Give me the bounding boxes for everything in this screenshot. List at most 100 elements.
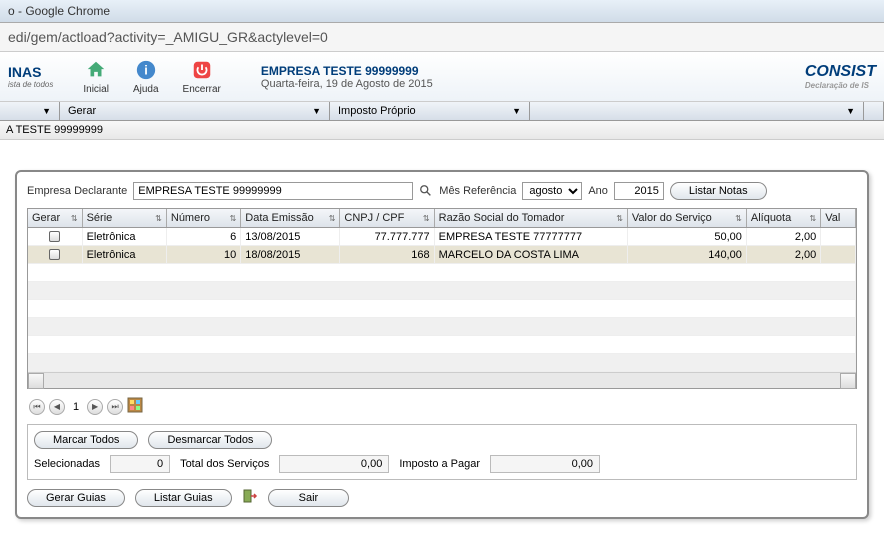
chevron-down-icon: ▼ <box>846 106 855 116</box>
ano-input[interactable] <box>614 182 664 200</box>
cell-razao: EMPRESA TESTE 77777777 <box>435 228 628 245</box>
table-row-empty <box>28 300 856 318</box>
sort-icon: ⇅ <box>616 214 623 223</box>
logo: INAS ista de todos <box>8 64 53 89</box>
cell-numero: 6 <box>167 228 241 245</box>
col-data[interactable]: Data Emissão⇅ <box>241 209 340 227</box>
cell-valor: 140,00 <box>628 246 747 263</box>
table-row[interactable]: Eletrônica 6 13/08/2015 77.777.777 EMPRE… <box>28 228 856 246</box>
declarante-label: Empresa Declarante <box>27 185 127 197</box>
declarante-input[interactable] <box>133 182 413 200</box>
col-aliquota[interactable]: Alíquota⇅ <box>747 209 821 227</box>
menu-blank3[interactable] <box>864 102 884 120</box>
table-row-empty <box>28 264 856 282</box>
imposto-pagar-value: 0,00 <box>490 455 600 473</box>
cell-aliquota: 2,00 <box>747 246 821 263</box>
sort-icon: ⇅ <box>329 214 336 223</box>
col-razao[interactable]: Razão Social do Tomador⇅ <box>435 209 628 227</box>
menu-imposto-label: Imposto Próprio <box>338 105 416 117</box>
table-row-empty <box>28 354 856 372</box>
pager-page: 1 <box>69 401 83 413</box>
table-body: Eletrônica 6 13/08/2015 77.777.777 EMPRE… <box>28 228 856 372</box>
table-row-empty <box>28 336 856 354</box>
notes-table: Gerar⇅ Série⇅ Número⇅ Data Emissão⇅ CNPJ… <box>27 208 857 389</box>
table-row[interactable]: Eletrônica 10 18/08/2015 168 MARCELO DA … <box>28 246 856 264</box>
browser-title: o - Google Chrome <box>0 0 884 23</box>
col-numero[interactable]: Número⇅ <box>167 209 241 227</box>
cell-valor: 50,00 <box>628 228 747 245</box>
company-name: EMPRESA TESTE 99999999 <box>261 64 433 78</box>
col-val[interactable]: Val <box>821 209 856 227</box>
total-servicos-label: Total dos Serviços <box>180 458 269 470</box>
cell-serie: Eletrônica <box>83 228 167 245</box>
sort-icon: ⇅ <box>155 214 162 223</box>
horizontal-scrollbar[interactable] <box>28 372 856 388</box>
current-date: Quarta-feira, 19 de Agosto de 2015 <box>261 78 433 90</box>
col-gerar[interactable]: Gerar⇅ <box>28 209 83 227</box>
listar-notas-button[interactable]: Listar Notas <box>670 182 767 200</box>
gerar-guias-button[interactable]: Gerar Guias <box>27 489 125 507</box>
table-header: Gerar⇅ Série⇅ Número⇅ Data Emissão⇅ CNPJ… <box>28 209 856 228</box>
help-icon: i <box>134 58 158 82</box>
ajuda-label: Ajuda <box>133 84 159 95</box>
encerrar-label: Encerrar <box>183 84 221 95</box>
listar-guias-button[interactable]: Listar Guias <box>135 489 232 507</box>
col-cnpj[interactable]: CNPJ / CPF⇅ <box>340 209 434 227</box>
pager: ⏮ ◀ 1 ▶ ⏭ <box>27 393 857 420</box>
encerrar-button[interactable]: Encerrar <box>173 56 231 97</box>
imposto-pagar-label: Imposto a Pagar <box>399 458 480 470</box>
action-row: Gerar Guias Listar Guias Sair <box>27 488 857 507</box>
svg-text:i: i <box>144 63 148 78</box>
cell-numero: 10 <box>167 246 241 263</box>
selecionadas-value: 0 <box>110 455 170 473</box>
row-checkbox[interactable] <box>49 249 60 260</box>
chevron-down-icon: ▼ <box>512 106 521 116</box>
sort-icon: ⇅ <box>810 214 817 223</box>
menu-blank2[interactable]: ▼ <box>530 102 864 120</box>
sort-icon: ⇅ <box>230 214 237 223</box>
pager-first-button[interactable]: ⏮ <box>29 399 45 415</box>
power-icon <box>190 58 214 82</box>
inicial-button[interactable]: Inicial <box>73 56 119 97</box>
mes-select[interactable]: agosto <box>522 182 582 200</box>
ano-label: Ano <box>588 185 608 197</box>
col-valor[interactable]: Valor do Serviço⇅ <box>628 209 747 227</box>
consist-logo-text: CONSIST <box>805 63 876 81</box>
pager-last-button[interactable]: ⏭ <box>107 399 123 415</box>
sair-button[interactable]: Sair <box>268 489 350 507</box>
cell-data: 18/08/2015 <box>241 246 340 263</box>
cell-cnpj: 77.777.777 <box>340 228 434 245</box>
sort-icon: ⇅ <box>71 214 78 223</box>
logo-subtitle: ista de todos <box>8 80 53 89</box>
marcar-todos-button[interactable]: Marcar Todos <box>34 431 138 449</box>
main-panel: Empresa Declarante Mês Referência agosto… <box>15 170 869 519</box>
app-header: INAS ista de todos Inicial i Ajuda Encer… <box>0 52 884 102</box>
logo-text: INAS <box>8 64 53 80</box>
menu-imposto[interactable]: Imposto Próprio ▼ <box>330 102 530 120</box>
desmarcar-todos-button[interactable]: Desmarcar Todos <box>148 431 272 449</box>
row-checkbox[interactable] <box>49 231 60 242</box>
menu-gerar[interactable]: Gerar ▼ <box>60 102 330 120</box>
menu-bar: ▼ Gerar ▼ Imposto Próprio ▼ ▼ <box>0 102 884 121</box>
cell-data: 13/08/2015 <box>241 228 340 245</box>
url-bar[interactable]: edi/gem/actload?activity=_AMIGU_GR&actyl… <box>0 23 884 52</box>
col-serie[interactable]: Série⇅ <box>83 209 167 227</box>
pager-prev-button[interactable]: ◀ <box>49 399 65 415</box>
cell-aliquota: 2,00 <box>747 228 821 245</box>
exit-icon <box>242 488 258 507</box>
consist-logo: CONSIST Declaração de IS <box>805 63 876 90</box>
export-icon[interactable] <box>127 397 143 416</box>
pager-next-button[interactable]: ▶ <box>87 399 103 415</box>
ajuda-button[interactable]: i Ajuda <box>123 56 169 97</box>
chevron-down-icon: ▼ <box>312 106 321 116</box>
mes-label: Mês Referência <box>439 185 516 197</box>
selecionadas-label: Selecionadas <box>34 458 100 470</box>
cell-serie: Eletrônica <box>83 246 167 263</box>
cell-razao: MARCELO DA COSTA LIMA <box>435 246 628 263</box>
menu-blank1[interactable]: ▼ <box>0 102 60 120</box>
menu-gerar-label: Gerar <box>68 105 96 117</box>
home-icon <box>84 58 108 82</box>
summary-box: Marcar Todos Desmarcar Todos Selecionada… <box>27 424 857 480</box>
cell-cnpj: 168 <box>340 246 434 263</box>
search-icon[interactable] <box>419 184 433 198</box>
